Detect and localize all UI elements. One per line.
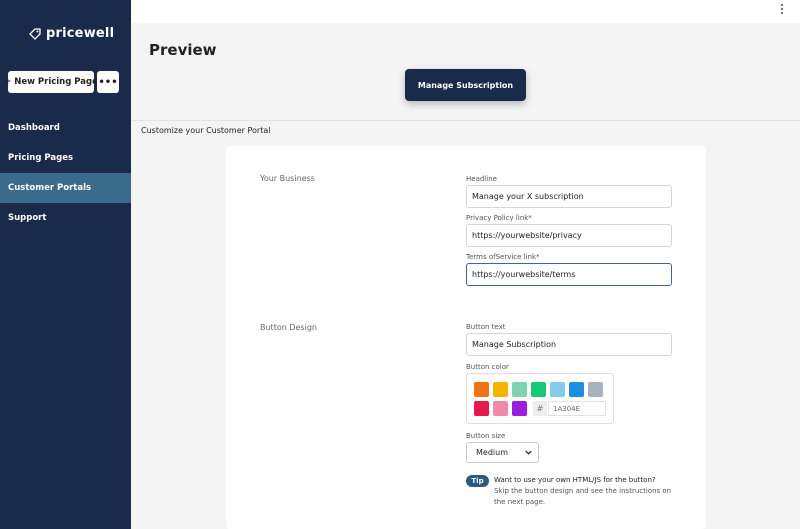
- color-swatch-gray[interactable]: [588, 382, 603, 397]
- privacy-link-input[interactable]: https://yourwebsite/privacy: [466, 224, 672, 247]
- headline-input[interactable]: Manage your X subscription: [466, 185, 672, 208]
- manage-subscription-preview-button[interactable]: Manage Subscription: [405, 69, 526, 101]
- nav-item-label: Support: [8, 213, 47, 223]
- button-color-label: Button color: [466, 363, 509, 371]
- color-swatch-pink[interactable]: [493, 401, 508, 416]
- color-swatch-yellow[interactable]: [493, 382, 508, 397]
- kebab-menu-icon[interactable]: [780, 3, 784, 15]
- nav-item-label: Pricing Pages: [8, 153, 74, 163]
- color-swatch-light-blue[interactable]: [550, 382, 565, 397]
- tip-text-line3: the next page.: [494, 498, 546, 506]
- section-title-button-design: Button Design: [260, 323, 317, 332]
- top-bar: [131, 0, 800, 23]
- privacy-link-label: Privacy Policy link*: [466, 214, 532, 222]
- nav-item-label: Dashboard: [8, 123, 60, 133]
- nav-item-support[interactable]: Support: [0, 203, 131, 233]
- button-text-label: Button text: [466, 323, 506, 331]
- button-size-label: Button size: [466, 432, 506, 440]
- chevron-down-icon: [525, 450, 532, 455]
- button-size-value: Medium: [476, 448, 508, 457]
- color-swatch-blue[interactable]: [569, 382, 584, 397]
- tip-text-line2: Skip the button design and see the instr…: [494, 487, 672, 495]
- terms-link-input[interactable]: https://yourwebsite/terms: [466, 263, 672, 286]
- color-swatch-red[interactable]: [474, 401, 489, 416]
- section-title-your-business: Your Business: [260, 174, 315, 183]
- color-swatch-orange[interactable]: [474, 382, 489, 397]
- color-swatch-mint[interactable]: [512, 382, 527, 397]
- more-options-button[interactable]: •••: [97, 71, 119, 93]
- nav-item-label: Customer Portals: [8, 183, 92, 193]
- new-pricing-page-button[interactable]: + New Pricing Page: [4, 71, 98, 93]
- button-size-select[interactable]: Medium: [466, 442, 539, 463]
- button-text-input[interactable]: Manage Subscription: [466, 333, 672, 356]
- color-swatch-purple[interactable]: [512, 401, 527, 416]
- color-swatch-green[interactable]: [531, 382, 546, 397]
- customize-heading: Customize your Customer Portal: [141, 126, 271, 135]
- nav-item-customer-portals[interactable]: Customer Portals: [0, 173, 131, 203]
- price-tag-icon: [29, 27, 41, 40]
- tip-text-line1: Want to use your own HTML/JS for the but…: [494, 476, 656, 484]
- sidebar: pricewell + New Pricing Page ••• Dashboa…: [0, 0, 131, 529]
- nav-item-pricing-pages[interactable]: Pricing Pages: [0, 143, 131, 173]
- hex-color-input[interactable]: 1A304E: [548, 401, 606, 416]
- divider: [131, 120, 800, 121]
- tip-badge: Tip: [466, 475, 489, 487]
- preview-title: Preview: [149, 41, 217, 59]
- color-picker: # 1A304E: [466, 373, 614, 424]
- nav-item-dashboard[interactable]: Dashboard: [0, 113, 131, 143]
- hex-prefix: #: [533, 401, 547, 416]
- logo[interactable]: pricewell: [28, 26, 114, 41]
- headline-label: Headline: [466, 175, 497, 183]
- logo-text: pricewell: [46, 26, 115, 41]
- terms-link-label: Terms ofService link*: [466, 253, 540, 261]
